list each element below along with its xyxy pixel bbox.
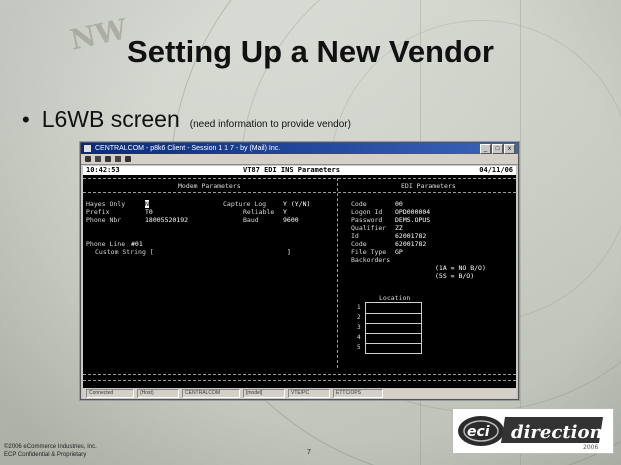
qualifier-label: Qualifier [351, 224, 387, 232]
phone-line-field[interactable]: #01 [131, 240, 143, 248]
edi-panel-title: EDI Parameters [401, 182, 456, 190]
bullet-note: (need information to provide vendor) [189, 119, 351, 130]
status-cell: ETTC/OPS [333, 389, 383, 398]
window-title: CENTRALCOM - p8k6 Client - Session 1 1 7… [95, 145, 281, 152]
toolbar [81, 154, 518, 165]
connect-icon[interactable] [85, 156, 91, 162]
screen-divider [83, 380, 516, 382]
copyright-text: ©2006 eCommerce Industries, Inc. [4, 444, 97, 450]
screen-divider [83, 374, 516, 376]
close-button[interactable]: x [504, 144, 515, 154]
location-row-num: 4 [357, 334, 361, 341]
location-row-num: 1 [357, 304, 361, 311]
hayes-only-label: Hayes Only [86, 200, 126, 208]
reliable-label: Reliable [243, 208, 275, 216]
location-row-line [366, 313, 421, 314]
print-icon[interactable] [125, 156, 131, 162]
custom-string-end: ] [287, 248, 291, 256]
status-cell: (Host) [137, 389, 179, 398]
qualifier-field[interactable]: ZZ [395, 224, 403, 232]
screen-divider [83, 192, 516, 194]
screen-heading: VT87 EDI INS Parameters [243, 166, 340, 174]
paste-icon[interactable] [115, 156, 121, 162]
baud-label: Baud [243, 216, 259, 224]
location-row-line [366, 343, 421, 344]
id-field[interactable]: 62001782 [395, 232, 426, 240]
location-title: Location [379, 294, 411, 302]
confidential-text: ECP Confidential & Proprietary [4, 452, 87, 458]
bullet-icon: • [22, 107, 30, 132]
backorders-label: Backorders [351, 256, 391, 264]
password-label: Password [351, 216, 383, 224]
location-table[interactable] [365, 302, 422, 354]
svg-text:eci: eci [467, 424, 490, 440]
prefix-label: Prefix [86, 208, 110, 216]
svg-text:direction: direction [511, 422, 603, 443]
svg-text:2006: 2006 [583, 444, 598, 451]
location-row-line [366, 323, 421, 324]
panel-divider [337, 178, 339, 368]
copy-icon[interactable] [105, 156, 111, 162]
terminal-screen[interactable]: 10:42:53 VT87 EDI INS Parameters 04/11/0… [83, 166, 516, 388]
phone-nbr-label: Phone Nbr [86, 216, 122, 224]
screen-time: 10:42:53 [86, 166, 120, 174]
capture-log-field[interactable]: Y (Y/N) [283, 200, 310, 208]
location-row-line [366, 333, 421, 334]
baud-field[interactable]: 9600 [283, 216, 299, 224]
code2-label: Code [351, 240, 367, 248]
code-field[interactable]: 00 [395, 200, 403, 208]
status-bar: Connected (Host) CENTRALCOM [model] VTE/… [83, 389, 516, 398]
bullet-point: • L6WB screen (need information to provi… [22, 106, 351, 133]
maximize-button[interactable]: □ [492, 144, 503, 154]
slide: NW Setting Up a New Vendor • L6WB screen… [0, 0, 621, 465]
modem-panel-title: Modem Parameters [178, 182, 241, 190]
location-row-num: 5 [357, 344, 361, 351]
code-label: Code [351, 200, 367, 208]
location-row-num: 2 [357, 314, 361, 321]
footer-copyright: ©2006 eCommerce Industries, Inc. ECP Con… [4, 443, 97, 459]
slide-title: Setting Up a New Vendor [127, 34, 494, 69]
file-type-field[interactable]: GP [395, 248, 403, 256]
id-label: Id [351, 232, 359, 240]
minimize-button[interactable]: _ [480, 144, 491, 154]
window-title-bar: CENTRALCOM - p8k6 Client - Session 1 1 7… [81, 143, 518, 154]
page-number: 7 [307, 449, 311, 456]
code2-field[interactable]: 62001782 [395, 240, 426, 248]
logon-id-label: Logon Id [351, 208, 383, 216]
screen-header: 10:42:53 VT87 EDI INS Parameters 04/11/0… [83, 166, 516, 175]
backorders-option-2: (5S = B/O) [435, 272, 475, 280]
status-cell: VTE/PC [288, 389, 330, 398]
phone-line-label: Phone Line [86, 240, 126, 248]
status-cell: CENTRALCOM [182, 389, 240, 398]
eci-direction-logo: eci direction 2006 [452, 408, 614, 454]
bullet-text: L6WB screen [41, 106, 180, 132]
status-cell: [model] [243, 389, 285, 398]
disconnect-icon[interactable] [95, 156, 101, 162]
logon-id-field[interactable]: OPD000004 [395, 208, 430, 216]
password-field[interactable]: DEMS.OPUS [395, 216, 430, 224]
custom-string-label: Custom String [ [95, 248, 154, 256]
backorders-option-1: (1A = NO B/O) [435, 264, 486, 272]
phone-nbr-field[interactable]: 18005520192 [145, 216, 188, 224]
location-row-num: 3 [357, 324, 361, 331]
app-icon [84, 145, 91, 152]
file-type-label: File Type [351, 248, 387, 256]
screen-date: 04/11/06 [479, 166, 513, 174]
capture-log-label: Capture Log [223, 200, 267, 208]
status-cell: Connected [86, 389, 134, 398]
logo-graphic: eci direction 2006 [458, 416, 603, 451]
reliable-field[interactable]: Y [283, 208, 287, 216]
terminal-window: CENTRALCOM - p8k6 Client - Session 1 1 7… [80, 142, 519, 400]
prefix-field[interactable]: T0 [145, 208, 153, 216]
hayes-only-field[interactable]: N [145, 200, 149, 208]
screen-divider [83, 178, 516, 180]
